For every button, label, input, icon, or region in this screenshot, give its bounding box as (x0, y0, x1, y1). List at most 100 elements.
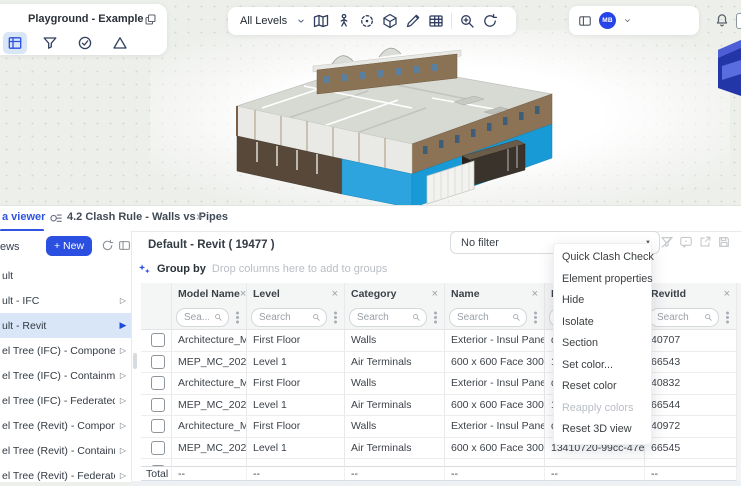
menu-item-reset-3d-view[interactable]: Reset 3D view (554, 419, 651, 441)
column-menu-icon[interactable] (434, 316, 437, 319)
search-input[interactable] (257, 311, 309, 324)
menu-item-section[interactable]: Section (554, 333, 651, 355)
refresh-icon[interactable] (101, 239, 114, 252)
caret-right-icon[interactable]: ▷ (115, 371, 131, 380)
caret-right-filled-icon[interactable]: ▶ (115, 320, 131, 331)
view-item[interactable]: el Tree (Revit) - Federated Flo... ▷ (0, 463, 131, 482)
menu-item-hide[interactable]: Hide (554, 290, 651, 312)
view-item[interactable]: el Tree (Revit) - Containment ▷ (0, 438, 131, 463)
menu-item-quick-clash-check[interactable]: Quick Clash Check (554, 247, 651, 269)
search-input[interactable] (355, 311, 409, 324)
column-header: Level× (247, 283, 345, 305)
caret-right-icon[interactable]: ▷ (115, 346, 131, 355)
view-item[interactable]: el Tree (IFC) - Components ▷ (0, 338, 131, 363)
search-icon (512, 313, 521, 322)
user-panel: MB (569, 6, 699, 35)
close-tab-icon[interactable]: × (196, 210, 203, 224)
header-checkbox-cell (141, 283, 172, 305)
first-person-icon[interactable] (336, 13, 352, 29)
row-checkbox[interactable] (151, 441, 165, 455)
notifications-bell-icon[interactable] (714, 12, 730, 28)
search-input[interactable] (655, 311, 701, 324)
new-view-button[interactable]: + New (46, 236, 92, 256)
column-search (349, 308, 427, 327)
row-checkbox[interactable] (151, 355, 165, 369)
caret-right-icon[interactable]: ▷ (115, 471, 131, 480)
panel-toggle-icon[interactable] (118, 239, 131, 252)
table-row-partial[interactable] (141, 459, 737, 466)
caret-right-icon[interactable]: ▷ (115, 446, 131, 455)
table-scrollbar-track[interactable] (737, 283, 741, 481)
search-input[interactable] (182, 311, 211, 324)
menu-item-element-properties[interactable]: Element properties (554, 269, 651, 291)
view-item[interactable]: el Tree (IFC) - Containment ▷ (0, 363, 131, 388)
horizontal-scroll-strip[interactable] (131, 481, 741, 486)
remove-column-icon[interactable]: × (240, 288, 246, 300)
map-icon[interactable] (313, 13, 329, 29)
remove-column-icon[interactable]: × (532, 288, 538, 300)
column-menu-icon[interactable] (334, 316, 337, 319)
section-box-icon[interactable] (382, 13, 398, 29)
copy-icon[interactable] (144, 13, 157, 26)
measure-icon[interactable] (405, 13, 421, 29)
table-total-row: Total -- -- -- -- -- -- (141, 466, 737, 481)
menu-item-reset-color[interactable]: Reset color (554, 376, 651, 398)
caret-right-icon[interactable]: ▷ (115, 421, 131, 430)
view-toolbar: All Levels (228, 7, 516, 35)
avatar[interactable]: MB (599, 12, 616, 29)
caret-right-icon[interactable]: ▷ (115, 396, 131, 405)
level-selector[interactable]: All Levels (240, 15, 287, 27)
cropped-edge-icon[interactable] (736, 13, 741, 29)
menu-item-set-color[interactable]: Set color... (554, 355, 651, 377)
chevron-down-icon[interactable] (623, 16, 632, 25)
navigation-cube[interactable] (712, 40, 741, 106)
column-menu-icon[interactable] (236, 316, 239, 319)
filter-clear-icon[interactable] (660, 235, 674, 249)
scrollbar-thumb[interactable] (133, 353, 137, 369)
view-item[interactable]: ult - IFC ▷ (0, 288, 131, 313)
grid-actions (660, 235, 731, 249)
export-icon[interactable] (698, 235, 712, 249)
view-item[interactable]: el Tree (IFC) - Federated Floor ▷ (0, 388, 131, 413)
zoom-in-icon[interactable] (459, 13, 475, 29)
column-search (449, 308, 527, 327)
tab-bar: a viewer 4.2 Clash Rule - Walls vs Pipes… (0, 206, 741, 232)
search-icon (214, 313, 223, 322)
3d-building-model[interactable] (222, 36, 562, 208)
reset-view-icon[interactable] (482, 13, 498, 29)
row-checkbox[interactable] (151, 333, 165, 347)
remove-column-icon[interactable]: × (724, 288, 730, 300)
column-menu-icon[interactable] (726, 316, 729, 319)
group-by-bar[interactable]: Group by Drop columns here to add to gro… (138, 258, 387, 280)
check-circle-icon[interactable] (73, 32, 97, 54)
focus-target-icon[interactable] (359, 13, 375, 29)
remove-column-icon[interactable]: × (332, 288, 338, 300)
tab-data-viewer[interactable]: a viewer (2, 211, 45, 223)
search-input[interactable] (455, 311, 509, 324)
layout-panel-icon[interactable] (578, 14, 592, 28)
viewer-tools (3, 31, 132, 54)
search-icon (704, 313, 713, 322)
model-browser-icon[interactable] (3, 32, 27, 54)
save-icon[interactable] (717, 235, 731, 249)
row-checkbox[interactable] (151, 419, 165, 433)
tab-clash-rule[interactable]: 4.2 Clash Rule - Walls vs Pipes (67, 211, 228, 223)
remove-column-icon[interactable]: × (432, 288, 438, 300)
row-checkbox[interactable] (151, 376, 165, 390)
row-checkbox[interactable] (151, 398, 165, 412)
column-header: Name× (445, 283, 545, 305)
filter-icon[interactable] (38, 32, 62, 54)
column-menu-icon[interactable] (534, 316, 537, 319)
view-item-selected[interactable]: ult - Revit ▶ (0, 313, 131, 338)
grid-table-icon[interactable] (428, 13, 444, 29)
views-header: ews (0, 241, 20, 253)
search-icon (412, 313, 421, 322)
chevron-down-icon[interactable] (296, 16, 306, 26)
clash-triangle-icon[interactable] (108, 32, 132, 54)
view-item[interactable]: el Tree (Revit) - Components ▷ (0, 413, 131, 438)
view-item[interactable]: ult (0, 263, 131, 288)
caret-right-icon[interactable]: ▷ (115, 296, 131, 305)
comment-icon[interactable] (679, 235, 693, 249)
clash-rule-icon (49, 211, 63, 225)
menu-item-isolate[interactable]: Isolate (554, 312, 651, 334)
